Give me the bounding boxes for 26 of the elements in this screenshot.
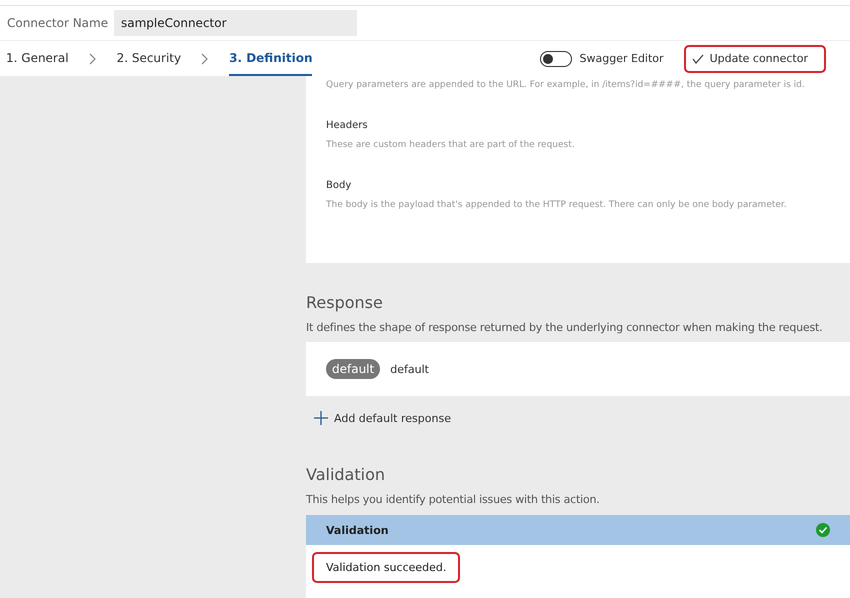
param-description: Query parameters are appended to the URL. For example, in /items?id=####, the query parameter is id.	[326, 80, 806, 90]
param-description: The body is the payload that's appended to the HTTP request. There can only be one body parameter.	[326, 200, 788, 210]
toggle-label: Swagger Editor	[580, 52, 664, 65]
step-tab[interactable]: 2. Security	[116, 42, 182, 75]
field-label: Connector Name	[6, 16, 110, 30]
step-tab[interactable]: 1. General	[6, 42, 69, 75]
step-tab[interactable]: 3. Definition	[229, 41, 312, 76]
section-heading: Validation	[306, 465, 386, 484]
check-icon	[692, 54, 704, 64]
section-description: This helps you identify potential issues with this action.	[306, 493, 601, 506]
response-label: default	[390, 362, 429, 376]
update-button[interactable]: Update connector	[684, 44, 826, 72]
add-response-button[interactable]: Add default response	[306, 411, 451, 425]
param-title: Headers	[326, 120, 369, 131]
validation-title: Validation	[326, 524, 389, 536]
param-description: These are custom headers that are part of the request.	[326, 140, 576, 150]
chevron-icon	[88, 52, 97, 64]
chevron-icon	[201, 52, 210, 64]
section-description: It defines the shape of response returned by the underlying connector when making the request.	[306, 321, 824, 334]
name-field[interactable]: sampleConnector	[114, 10, 357, 36]
response-badge: default	[326, 359, 380, 379]
validation-message: Validation succeeded.	[312, 552, 460, 583]
plus-icon	[314, 411, 328, 425]
toggle-switch[interactable]	[540, 50, 572, 66]
section-heading: Response	[306, 293, 384, 312]
param-title: Body	[326, 180, 352, 191]
